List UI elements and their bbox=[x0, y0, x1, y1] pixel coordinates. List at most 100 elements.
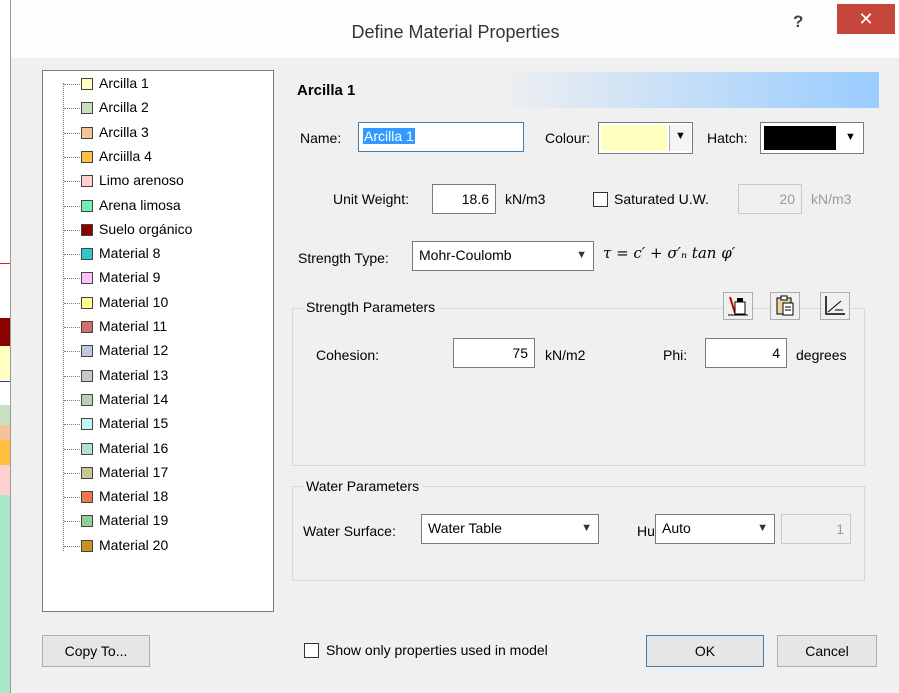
chevron-down-icon: ▼ bbox=[845, 131, 856, 143]
unit-weight-input[interactable]: 18.6 bbox=[432, 184, 496, 214]
saturated-uw-checkbox[interactable] bbox=[593, 192, 608, 207]
hatch-dropdown[interactable]: ▼ bbox=[760, 122, 864, 154]
material-color-swatch bbox=[81, 126, 93, 139]
clipboard-paste-icon bbox=[776, 295, 794, 316]
tree-item-material[interactable]: Material 16 bbox=[64, 438, 269, 460]
cohesion-input[interactable]: 75 bbox=[453, 338, 535, 368]
tree-connector bbox=[64, 375, 80, 377]
tree-connector bbox=[64, 545, 80, 547]
material-color-swatch bbox=[81, 175, 93, 188]
saturated-uw-label: Saturated U.W. bbox=[614, 191, 709, 207]
tree-item-material[interactable]: Arcilla 3 bbox=[64, 122, 269, 144]
tree-connector bbox=[64, 84, 80, 85]
tree-item-material[interactable]: Material 8 bbox=[64, 243, 269, 265]
tree-item-material[interactable]: Material 15 bbox=[64, 413, 269, 435]
tree-item-material[interactable]: Limo arenoso bbox=[64, 170, 269, 192]
colour-dropdown[interactable]: ▼ bbox=[598, 122, 693, 154]
copy-to-button[interactable]: Copy To... bbox=[42, 635, 150, 667]
unit-weight-label: Unit Weight: bbox=[333, 191, 409, 207]
tree-item-label: Material 15 bbox=[99, 415, 169, 432]
material-header-band: Arcilla 1 bbox=[287, 72, 879, 108]
tree-item-material[interactable]: Material 9 bbox=[64, 267, 269, 289]
material-color-swatch bbox=[81, 515, 93, 528]
material-color-swatch bbox=[81, 442, 93, 455]
strength-type-dropdown[interactable]: Mohr-Coulomb ▼ bbox=[412, 241, 594, 271]
strength-formula: τ = c′ + σ′ₙ tan φ′ bbox=[603, 244, 736, 262]
background-layer bbox=[0, 465, 10, 495]
clipboard-paste-button[interactable] bbox=[770, 292, 800, 320]
tree-item-material[interactable]: Material 13 bbox=[64, 365, 269, 387]
tree-item-label: Arciilla 4 bbox=[99, 147, 152, 164]
tree-item-material[interactable]: Arena limosa bbox=[64, 195, 269, 217]
water-surface-value: Water Table bbox=[428, 520, 502, 536]
tree-item-material[interactable]: Arcilla 1 bbox=[64, 73, 269, 95]
unit-weight-unit: kN/m3 bbox=[505, 191, 546, 207]
tree-item-material[interactable]: Material 10 bbox=[64, 292, 269, 314]
close-button[interactable]: ✕ bbox=[837, 4, 895, 34]
chevron-down-icon: ▼ bbox=[757, 522, 768, 534]
tree-item-material[interactable]: Suelo orgánico bbox=[64, 219, 269, 241]
tree-connector bbox=[64, 254, 80, 256]
name-input[interactable]: Arcilla 1 bbox=[358, 122, 524, 152]
tree-item-label: Material 19 bbox=[99, 512, 169, 529]
tree-connector bbox=[64, 424, 80, 426]
name-input-value: Arcilla 1 bbox=[363, 128, 415, 144]
background-layer bbox=[0, 425, 10, 440]
tree-item-label: Material 9 bbox=[99, 269, 161, 286]
tree-item-material[interactable]: Material 17 bbox=[64, 462, 269, 484]
name-label: Name: bbox=[300, 130, 342, 146]
tree-item-label: Material 14 bbox=[99, 390, 169, 407]
tree-item-material[interactable]: Material 12 bbox=[64, 340, 269, 362]
material-tree[interactable]: Arcilla 1 Arcilla 2 Arcilla 3 Arciilla 4 Lim… bbox=[42, 70, 274, 612]
tree-item-material[interactable]: Arcilla 2 bbox=[64, 97, 269, 119]
material-color-swatch bbox=[81, 102, 93, 115]
chevron-down-icon: ▼ bbox=[675, 130, 686, 142]
colour-label: Colour: bbox=[545, 130, 591, 146]
tree-item-material[interactable]: Material 19 bbox=[64, 510, 269, 532]
material-color-swatch bbox=[81, 466, 93, 479]
ok-button[interactable]: OK bbox=[646, 635, 764, 667]
strength-parameters-group bbox=[292, 308, 865, 466]
tree-item-label: Material 12 bbox=[99, 342, 169, 359]
tree-item-label: Material 16 bbox=[99, 439, 169, 456]
colour-dropdown-arrow: ▼ bbox=[669, 125, 691, 151]
tree-connector bbox=[64, 302, 80, 304]
tree-item-material[interactable]: Arciilla 4 bbox=[64, 146, 269, 168]
title-bar[interactable]: Define Material Properties ? ✕ bbox=[11, 0, 899, 58]
help-icon[interactable]: ? bbox=[793, 12, 803, 32]
tree-item-material[interactable]: Material 11 bbox=[64, 316, 269, 338]
hu-number-input[interactable]: 1 bbox=[781, 514, 851, 544]
tree-item-material[interactable]: Material 14 bbox=[64, 389, 269, 411]
cohesion-label: Cohesion: bbox=[316, 347, 380, 363]
material-header-title: Arcilla 1 bbox=[297, 82, 356, 99]
background-line bbox=[0, 381, 10, 382]
strength-parameters-title: Strength Parameters bbox=[303, 299, 439, 315]
chevron-down-icon: ▼ bbox=[581, 522, 592, 534]
chart-edit-button[interactable] bbox=[820, 292, 850, 320]
flask-import-button[interactable] bbox=[723, 292, 753, 320]
strength-type-label: Strength Type: bbox=[298, 250, 389, 266]
phi-label: Phi: bbox=[663, 347, 688, 363]
show-only-used-checkbox[interactable] bbox=[304, 643, 319, 658]
background-layer bbox=[0, 318, 10, 346]
material-color-swatch bbox=[81, 272, 93, 285]
dialog-title: Define Material Properties bbox=[351, 22, 560, 42]
tree-connector bbox=[64, 472, 80, 474]
cancel-button[interactable]: Cancel bbox=[777, 635, 877, 667]
material-color-swatch bbox=[81, 78, 93, 90]
tree-item-material[interactable]: Material 18 bbox=[64, 486, 269, 508]
background-layer bbox=[0, 440, 10, 465]
saturated-uw-input[interactable]: 20 bbox=[738, 184, 802, 214]
tree-connector bbox=[64, 229, 80, 231]
water-surface-dropdown[interactable]: Water Table ▼ bbox=[421, 514, 599, 544]
tree-item-label: Arcilla 3 bbox=[99, 123, 149, 140]
phi-input[interactable]: 4 bbox=[705, 338, 787, 368]
hu-dropdown[interactable]: Auto ▼ bbox=[655, 514, 775, 544]
show-only-used-label: Show only properties used in model bbox=[326, 642, 548, 658]
phi-unit: degrees bbox=[796, 347, 847, 363]
tree-item-material[interactable]: Material 20 bbox=[64, 535, 269, 557]
hatch-label: Hatch: bbox=[707, 130, 748, 146]
tree-item-label: Material 17 bbox=[99, 463, 169, 480]
tree-item-label: Arena limosa bbox=[99, 196, 181, 213]
material-color-swatch bbox=[81, 393, 93, 406]
